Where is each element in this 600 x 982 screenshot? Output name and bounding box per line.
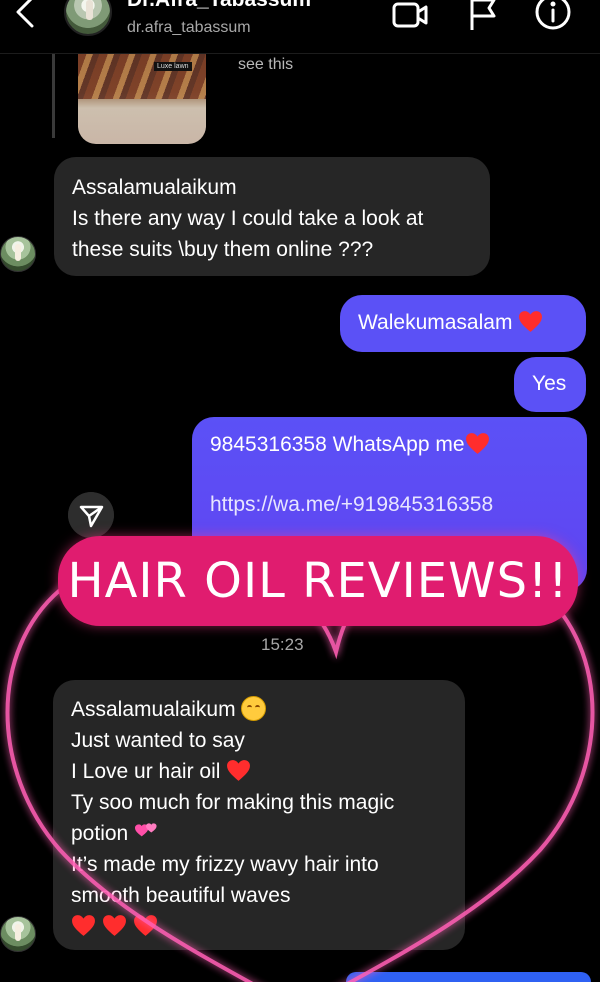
red-heart-emoji-icon <box>465 433 489 454</box>
message-text: Yes <box>532 372 567 395</box>
sender-avatar[interactable] <box>0 916 36 952</box>
red-heart-emoji-icon <box>133 915 157 936</box>
info-icon[interactable] <box>533 0 573 34</box>
message-line: It’s made my frizzy wavy hair into <box>71 853 379 876</box>
incoming-message-bubble[interactable]: Assalamualaikum Is there any way I could… <box>54 157 490 276</box>
hair-oil-reviews-banner: HAIR OIL REVIEWS!! <box>58 536 578 626</box>
red-heart-emoji-icon <box>519 311 543 332</box>
shared-post-preview[interactable]: Luxe lawn <box>78 54 206 144</box>
message-text: Walekumasalam <box>358 311 513 334</box>
sender-avatar[interactable] <box>0 236 36 272</box>
message-text: 9845316358 WhatsApp me <box>210 433 465 456</box>
red-heart-emoji-icon <box>227 760 251 781</box>
incoming-message-bubble[interactable]: Assalamualaikum Just wanted to say I Lov… <box>53 680 465 950</box>
whatsapp-link[interactable]: https://wa.me/+919845316358 <box>210 489 569 520</box>
flag-icon[interactable] <box>462 0 502 34</box>
hearts-row <box>71 911 447 942</box>
message-line: Just wanted to say <box>71 729 245 752</box>
message-line: potion <box>71 822 129 845</box>
red-heart-emoji-icon <box>102 915 126 936</box>
share-send-icon[interactable] <box>68 492 114 538</box>
message-timestamp: 15:23 <box>261 635 304 654</box>
chat-header: Dr.Afra_Tabassum dr.afra_tabassum <box>0 0 600 54</box>
message-line: Assalamualaikum <box>72 176 237 199</box>
red-heart-emoji-icon <box>72 915 95 936</box>
video-call-icon[interactable] <box>390 0 430 34</box>
outgoing-message-bubble[interactable]: Walekumasalam <box>340 295 586 352</box>
message-line: Is there any way I could take a look at <box>72 207 424 230</box>
message-line: I Love ur hair oil <box>71 760 221 783</box>
outgoing-message-bubble-partial[interactable] <box>346 972 591 982</box>
message-line: Assalamualaikum <box>71 698 236 721</box>
outgoing-message-bubble[interactable]: Yes <box>514 357 586 412</box>
two-hearts-emoji-icon <box>135 823 157 837</box>
message-line: these suits \buy them online ??? <box>72 238 374 261</box>
smiling-face-emoji-icon <box>241 696 267 721</box>
preview-label: Luxe lawn <box>154 62 192 71</box>
profile-avatar[interactable] <box>64 0 112 36</box>
contact-name[interactable]: Dr.Afra_Tabassum <box>127 0 311 12</box>
contact-handle[interactable]: dr.afra_tabassum <box>127 19 251 37</box>
message-line: smooth beautiful waves <box>71 884 291 907</box>
shared-post-caption: see this <box>238 56 294 73</box>
reply-thread-line <box>52 54 55 138</box>
back-chevron-icon[interactable] <box>8 0 44 34</box>
message-line: Ty soo much for making this magic <box>71 791 395 814</box>
